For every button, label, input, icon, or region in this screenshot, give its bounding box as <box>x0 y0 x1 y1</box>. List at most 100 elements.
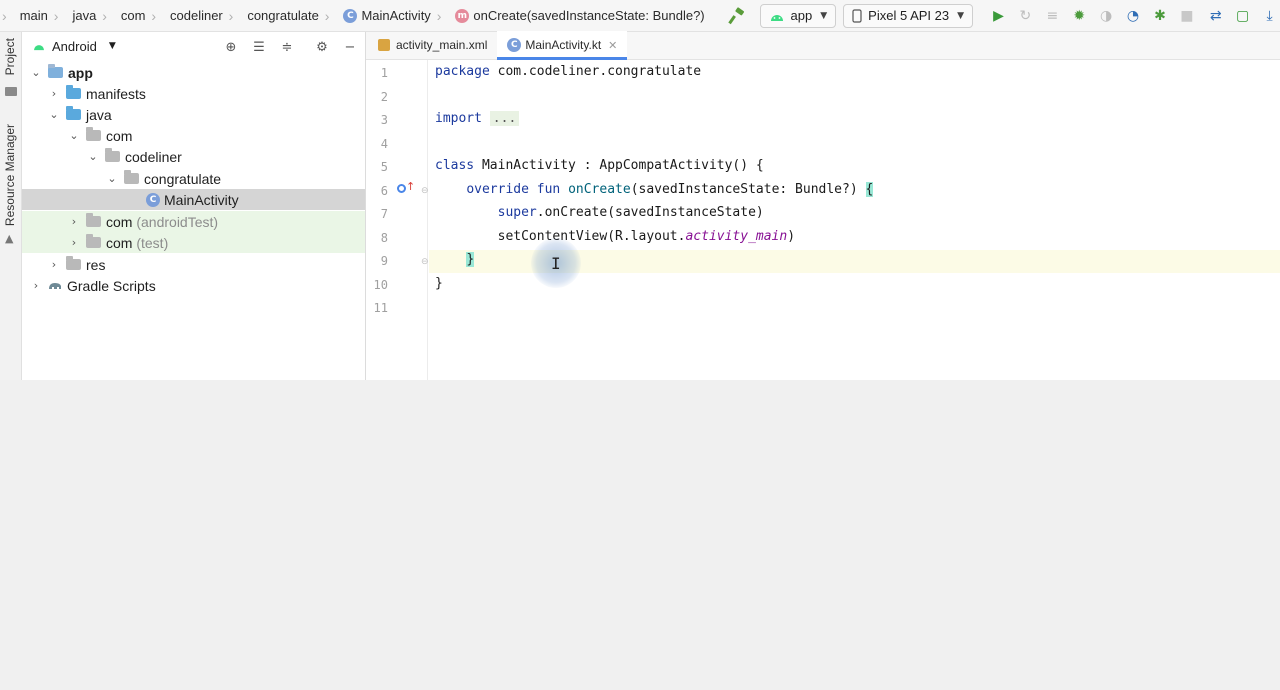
breadcrumb-main[interactable]: main › <box>14 0 67 31</box>
chevron-right-icon: › <box>71 236 77 249</box>
breadcrumb-label: codeliner <box>170 8 223 23</box>
breadcrumb-separator: › <box>320 7 330 24</box>
tree-item-codeliner[interactable]: ⌄ codeliner <box>22 146 365 167</box>
package-icon <box>105 148 120 162</box>
tab-project[interactable]: Project <box>3 38 17 75</box>
navigation-bar: › main › java › com › codeliner › congra… <box>0 0 1280 32</box>
project-icon <box>5 87 17 96</box>
keyword: override fun <box>466 182 561 197</box>
line-number: 9 <box>380 254 388 268</box>
line-number: 2 <box>380 90 388 104</box>
tree-item-label: com <box>106 213 133 230</box>
keyword: import <box>435 111 482 126</box>
gradle-sync-icon[interactable]: ⇄ <box>1205 5 1226 27</box>
tree-item-gradle-scripts[interactable]: › Gradle Scripts <box>22 275 365 296</box>
code-line-11: } <box>435 276 443 291</box>
breadcrumb-java[interactable]: java › <box>66 0 114 31</box>
minimize-icon[interactable]: − <box>341 38 359 56</box>
method-icon: m <box>455 8 470 23</box>
device-selector-label: Pixel 5 API 23 <box>868 8 950 23</box>
tab-resource-manager[interactable]: Resource Manager <box>3 124 17 226</box>
tree-item-manifests[interactable]: › manifests <box>22 83 365 104</box>
apply-code-changes-icon[interactable]: ≡ <box>1042 5 1063 27</box>
tree-item-com-test[interactable]: › com (test) <box>22 232 365 253</box>
tab-label: MainActivity.kt <box>525 38 602 52</box>
tree-item-label: congratulate <box>144 170 222 187</box>
breadcrumb-oncreate[interactable]: m onCreate(savedInstanceState: Bundle?) <box>449 0 712 31</box>
breadcrumb-label: com <box>120 8 146 23</box>
tree-item-java[interactable]: ⌄ java <box>22 104 365 125</box>
breadcrumb-separator: › <box>432 7 442 24</box>
chevron-down-icon: ⌄ <box>69 129 79 142</box>
line-number: 1 <box>380 66 388 80</box>
code-text: } <box>435 276 443 291</box>
phone-icon <box>852 8 862 23</box>
sdk-manager-icon[interactable]: ⤓ <box>1259 5 1280 27</box>
module-selector[interactable]: app ▼ <box>759 3 837 28</box>
avd-manager-icon[interactable]: ▢ <box>1232 5 1253 27</box>
line-number: 7 <box>380 207 388 221</box>
code-line-1: package com.codeliner.congratulate <box>435 64 701 79</box>
breadcrumb-separator: › <box>147 7 156 24</box>
profile-icon[interactable]: ◑ <box>1096 5 1117 27</box>
override-method-icon[interactable] <box>397 184 406 193</box>
breadcrumb-mainactivity[interactable]: C MainActivity › <box>337 0 449 31</box>
code-text: .onCreate(savedInstanceState) <box>536 205 764 220</box>
project-panel: Android ▼ ⊕ ☰ ≑ ⚙ − ⌄ app › manifests ⌄ … <box>22 32 366 380</box>
fold-marker-icon[interactable]: ⊖ <box>421 257 429 267</box>
line-number: 5 <box>380 160 388 174</box>
tab-mainactivity-kt[interactable]: C MainActivity.kt ✕ <box>497 31 628 60</box>
tree-item-com-androidtest[interactable]: › com (androidTest) <box>22 211 365 232</box>
locate-icon[interactable]: ⊕ <box>222 38 240 56</box>
line-number: 10 <box>373 278 388 292</box>
expand-all-icon[interactable]: ☰ <box>250 38 268 56</box>
tree-item-label: java <box>86 106 112 123</box>
collapse-all-icon[interactable]: ≑ <box>278 38 296 56</box>
tree-item-app[interactable]: ⌄ app <box>22 62 365 83</box>
tree-item-label: res <box>86 256 106 273</box>
breadcrumb-c-partial[interactable]: › <box>0 0 14 31</box>
folder-icon <box>66 106 81 120</box>
chevron-down-icon: ⌄ <box>49 108 59 121</box>
override-arrow-icon[interactable]: ↑ <box>406 180 415 193</box>
tree-item-label: codeliner <box>125 148 182 165</box>
fold-marker-icon[interactable]: ⊖ <box>421 186 429 196</box>
code-line-6: class MainActivity : AppCompatActivity()… <box>435 158 764 173</box>
apply-changes-icon[interactable]: ↻ <box>1015 5 1036 27</box>
chevron-down-icon: ▼ <box>108 41 116 51</box>
chevron-down-icon: ⌄ <box>88 150 98 163</box>
stop-icon[interactable]: ■ <box>1176 5 1197 27</box>
chevron-right-icon: › <box>51 258 57 271</box>
attach-debugger-icon[interactable]: ✱ <box>1149 5 1170 27</box>
breadcrumb-congratulate[interactable]: congratulate › <box>241 0 337 31</box>
chevron-right-icon: › <box>33 279 39 292</box>
device-selector[interactable]: Pixel 5 API 23 ▼ <box>843 3 974 28</box>
tab-activity-main-xml[interactable]: activity_main.xml <box>368 31 497 59</box>
breadcrumb-label: main <box>19 8 48 23</box>
code-text: MainActivity : AppCompatActivity() { <box>474 158 764 173</box>
build-hammer-icon[interactable] <box>727 5 748 27</box>
tree-item-mainactivity[interactable]: C MainActivity <box>22 189 365 210</box>
tree-item-label: com <box>106 127 133 144</box>
breadcrumb-com[interactable]: com › <box>115 0 164 31</box>
keyword: package <box>435 64 490 79</box>
code-editor[interactable]: package com.codeliner.congratulate impor… <box>429 60 1280 380</box>
gear-icon[interactable]: ⚙ <box>313 38 331 56</box>
profiler-gauge-icon[interactable]: ◔ <box>1123 5 1144 27</box>
run-icon[interactable]: ▶ <box>988 5 1009 27</box>
tab-label: activity_main.xml <box>396 38 488 52</box>
code-line-10: } <box>435 252 475 267</box>
ide-window: › main › java › com › codeliner › congra… <box>0 0 1280 380</box>
keyword: class <box>435 158 475 173</box>
tree-item-com[interactable]: ⌄ com <box>22 125 365 146</box>
tree-item-res[interactable]: › res <box>22 254 365 275</box>
folded-imports[interactable]: ... <box>489 111 520 126</box>
tree-item-congratulate[interactable]: ⌄ congratulate <box>22 168 365 189</box>
breadcrumb-codeliner[interactable]: codeliner › <box>164 0 241 31</box>
folder-icon <box>66 85 81 99</box>
code-text: ) <box>787 229 796 244</box>
close-icon[interactable]: ✕ <box>608 39 617 52</box>
tree-item-label: MainActivity <box>164 191 239 208</box>
tree-item-label: Gradle Scripts <box>67 277 156 294</box>
debug-icon[interactable]: ✹ <box>1069 5 1090 27</box>
